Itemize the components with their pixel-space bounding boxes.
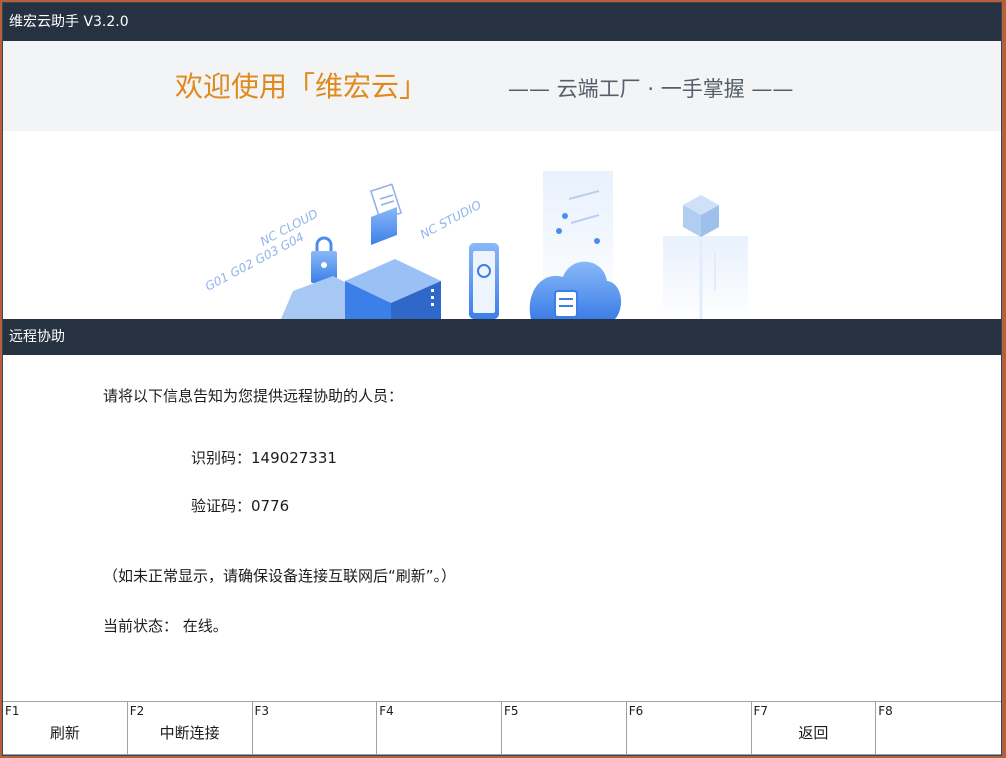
fkey-code: F8 [878,704,893,718]
hint-text: （如未正常显示，请确保设备连接互联网后“刷新”。） [103,567,457,585]
fkey-code: F1 [5,704,20,718]
f4-button[interactable]: F4 [377,702,502,755]
section-header: 远程协助 [3,319,1001,355]
panel-shape [663,236,748,319]
f6-button[interactable]: F6 [626,702,752,755]
f7-back-button[interactable]: F7 返回 [751,702,877,755]
cloud-illustration: G01 G02 G03 G04 NC CLOUD NC STUDIO [3,131,1001,319]
function-key-bar: F1 刷新 F2 中断连接 F3 F4 F5 F6 F7 返回 F8 [3,701,1001,755]
status-value: 在线。 [182,617,228,635]
f2-disconnect-button[interactable]: F2 中断连接 [127,702,253,755]
fkey-code: F4 [379,704,394,718]
gcode-label: G01 G02 G03 G04 [203,230,306,294]
fkey-code: F6 [628,704,644,718]
verify-code-value: 0776 [251,497,290,515]
fkey-code: F7 [753,704,769,718]
title-bar[interactable]: 维宏云助手 V3.2.0 [3,3,1001,41]
welcome-banner: 欢迎使用「维宏云」 —— 云端工厂 · 一手掌握 —— [3,41,1001,131]
fkey-label: 中断连接 [159,724,220,742]
window-title: 维宏云助手 V3.2.0 [9,14,129,30]
server-icon [345,259,441,319]
verify-code-row: 验证码：0776 [191,495,289,516]
section-title: 远程协助 [9,329,65,345]
status-label: 当前状态： [103,617,179,635]
f8-button[interactable]: F8 [876,702,1001,755]
id-code-row: 识别码：149027331 [191,447,337,468]
fkey-label: 刷新 [49,724,80,742]
verify-code-label: 验证码： [191,497,252,515]
instruction-text: 请将以下信息告知为您提供远程协助的人员： [103,387,404,405]
phone-icon [469,243,499,319]
fkey-code: F5 [504,704,519,718]
f1-refresh-button[interactable]: F1 刷新 [3,702,128,755]
f3-button[interactable]: F3 [252,702,378,755]
isometric-illustration: G01 G02 G03 G04 NC CLOUD NC STUDIO [203,171,748,319]
welcome-heading: 欢迎使用「维宏云」 [175,70,428,103]
f5-button[interactable]: F5 [502,702,627,755]
fkey-code: F3 [254,704,270,718]
id-code-value: 149027331 [251,449,337,467]
slogan-text: —— 云端工厂 · 一手掌握 —— [508,77,794,101]
remote-assist-panel: 请将以下信息告知为您提供远程协助的人员： 识别码：149027331 验证码：0… [3,355,1001,701]
id-code-label: 识别码： [191,449,252,467]
status-row: 当前状态： 在线。 [103,615,228,636]
fkey-code: F2 [129,704,145,718]
app-window: 维宏云助手 V3.2.0 欢迎使用「维宏云」 —— 云端工厂 · 一手掌握 ——… [2,2,1002,756]
nc-studio-label: NC STUDIO [418,198,484,242]
fkey-label: 返回 [798,724,829,742]
folder-icon [371,207,397,245]
